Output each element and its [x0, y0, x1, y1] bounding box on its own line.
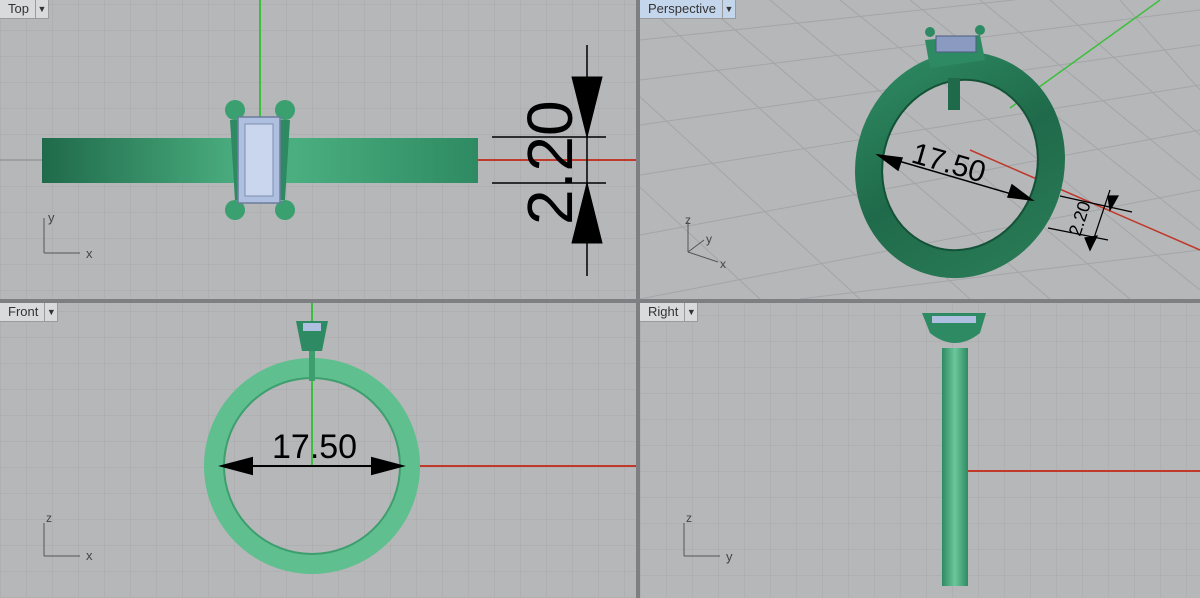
- chevron-down-icon[interactable]: ▼: [44, 303, 57, 321]
- ring-band-right: [942, 348, 968, 586]
- viewport-top-canvas[interactable]: 2.20 y x: [0, 0, 636, 299]
- viewport-perspective-canvas[interactable]: 17.50 2.20 z y x: [640, 0, 1200, 299]
- tab-top-label: Top: [8, 1, 29, 16]
- axis-y-label: y: [706, 232, 712, 246]
- tab-top[interactable]: Top ▼: [0, 0, 49, 19]
- tab-front-label: Front: [8, 304, 39, 319]
- dimension-diameter-perspective-value: 17.50: [908, 137, 989, 189]
- axis-y-label: y: [48, 210, 55, 225]
- dimension-value-top: 2.20: [514, 100, 586, 225]
- tab-front[interactable]: Front ▼: [0, 303, 59, 322]
- dimension-diameter-front-value: 17.50: [272, 428, 357, 466]
- dimension-band-width-perspective-value: 2.20: [1065, 199, 1095, 239]
- viewport-front[interactable]: 17.50 z x Front ▼: [0, 303, 636, 598]
- chevron-down-icon[interactable]: ▼: [721, 0, 735, 18]
- chevron-down-icon[interactable]: ▼: [34, 0, 48, 18]
- viewport-front-canvas[interactable]: 17.50 z x: [0, 303, 636, 598]
- tab-right-label: Right: [648, 304, 679, 319]
- axis-z-label: z: [685, 213, 691, 227]
- axis-z-label: z: [686, 511, 692, 525]
- axis-z-label: z: [46, 511, 52, 525]
- viewport-grid: 2.20 y x Top ▼ 17.50 2.20 z y x Perspect…: [0, 0, 1200, 598]
- gem-top: [237, 116, 281, 204]
- axis-x-label: x: [86, 548, 93, 563]
- axis-y-label: y: [726, 549, 733, 564]
- chevron-down-icon[interactable]: ▼: [684, 303, 697, 321]
- tab-perspective[interactable]: Perspective ▼: [640, 0, 736, 19]
- viewport-perspective[interactable]: 17.50 2.20 z y x Perspective ▼: [640, 0, 1200, 299]
- viewport-top[interactable]: 2.20 y x Top ▼: [0, 0, 636, 299]
- tab-perspective-label: Perspective: [648, 1, 716, 16]
- viewport-right-canvas[interactable]: z y: [640, 303, 1200, 598]
- viewport-right[interactable]: z y Right ▼: [640, 303, 1200, 598]
- tab-right[interactable]: Right ▼: [640, 303, 699, 322]
- axis-x-label: x: [720, 257, 726, 271]
- axis-x-label: x: [86, 246, 93, 261]
